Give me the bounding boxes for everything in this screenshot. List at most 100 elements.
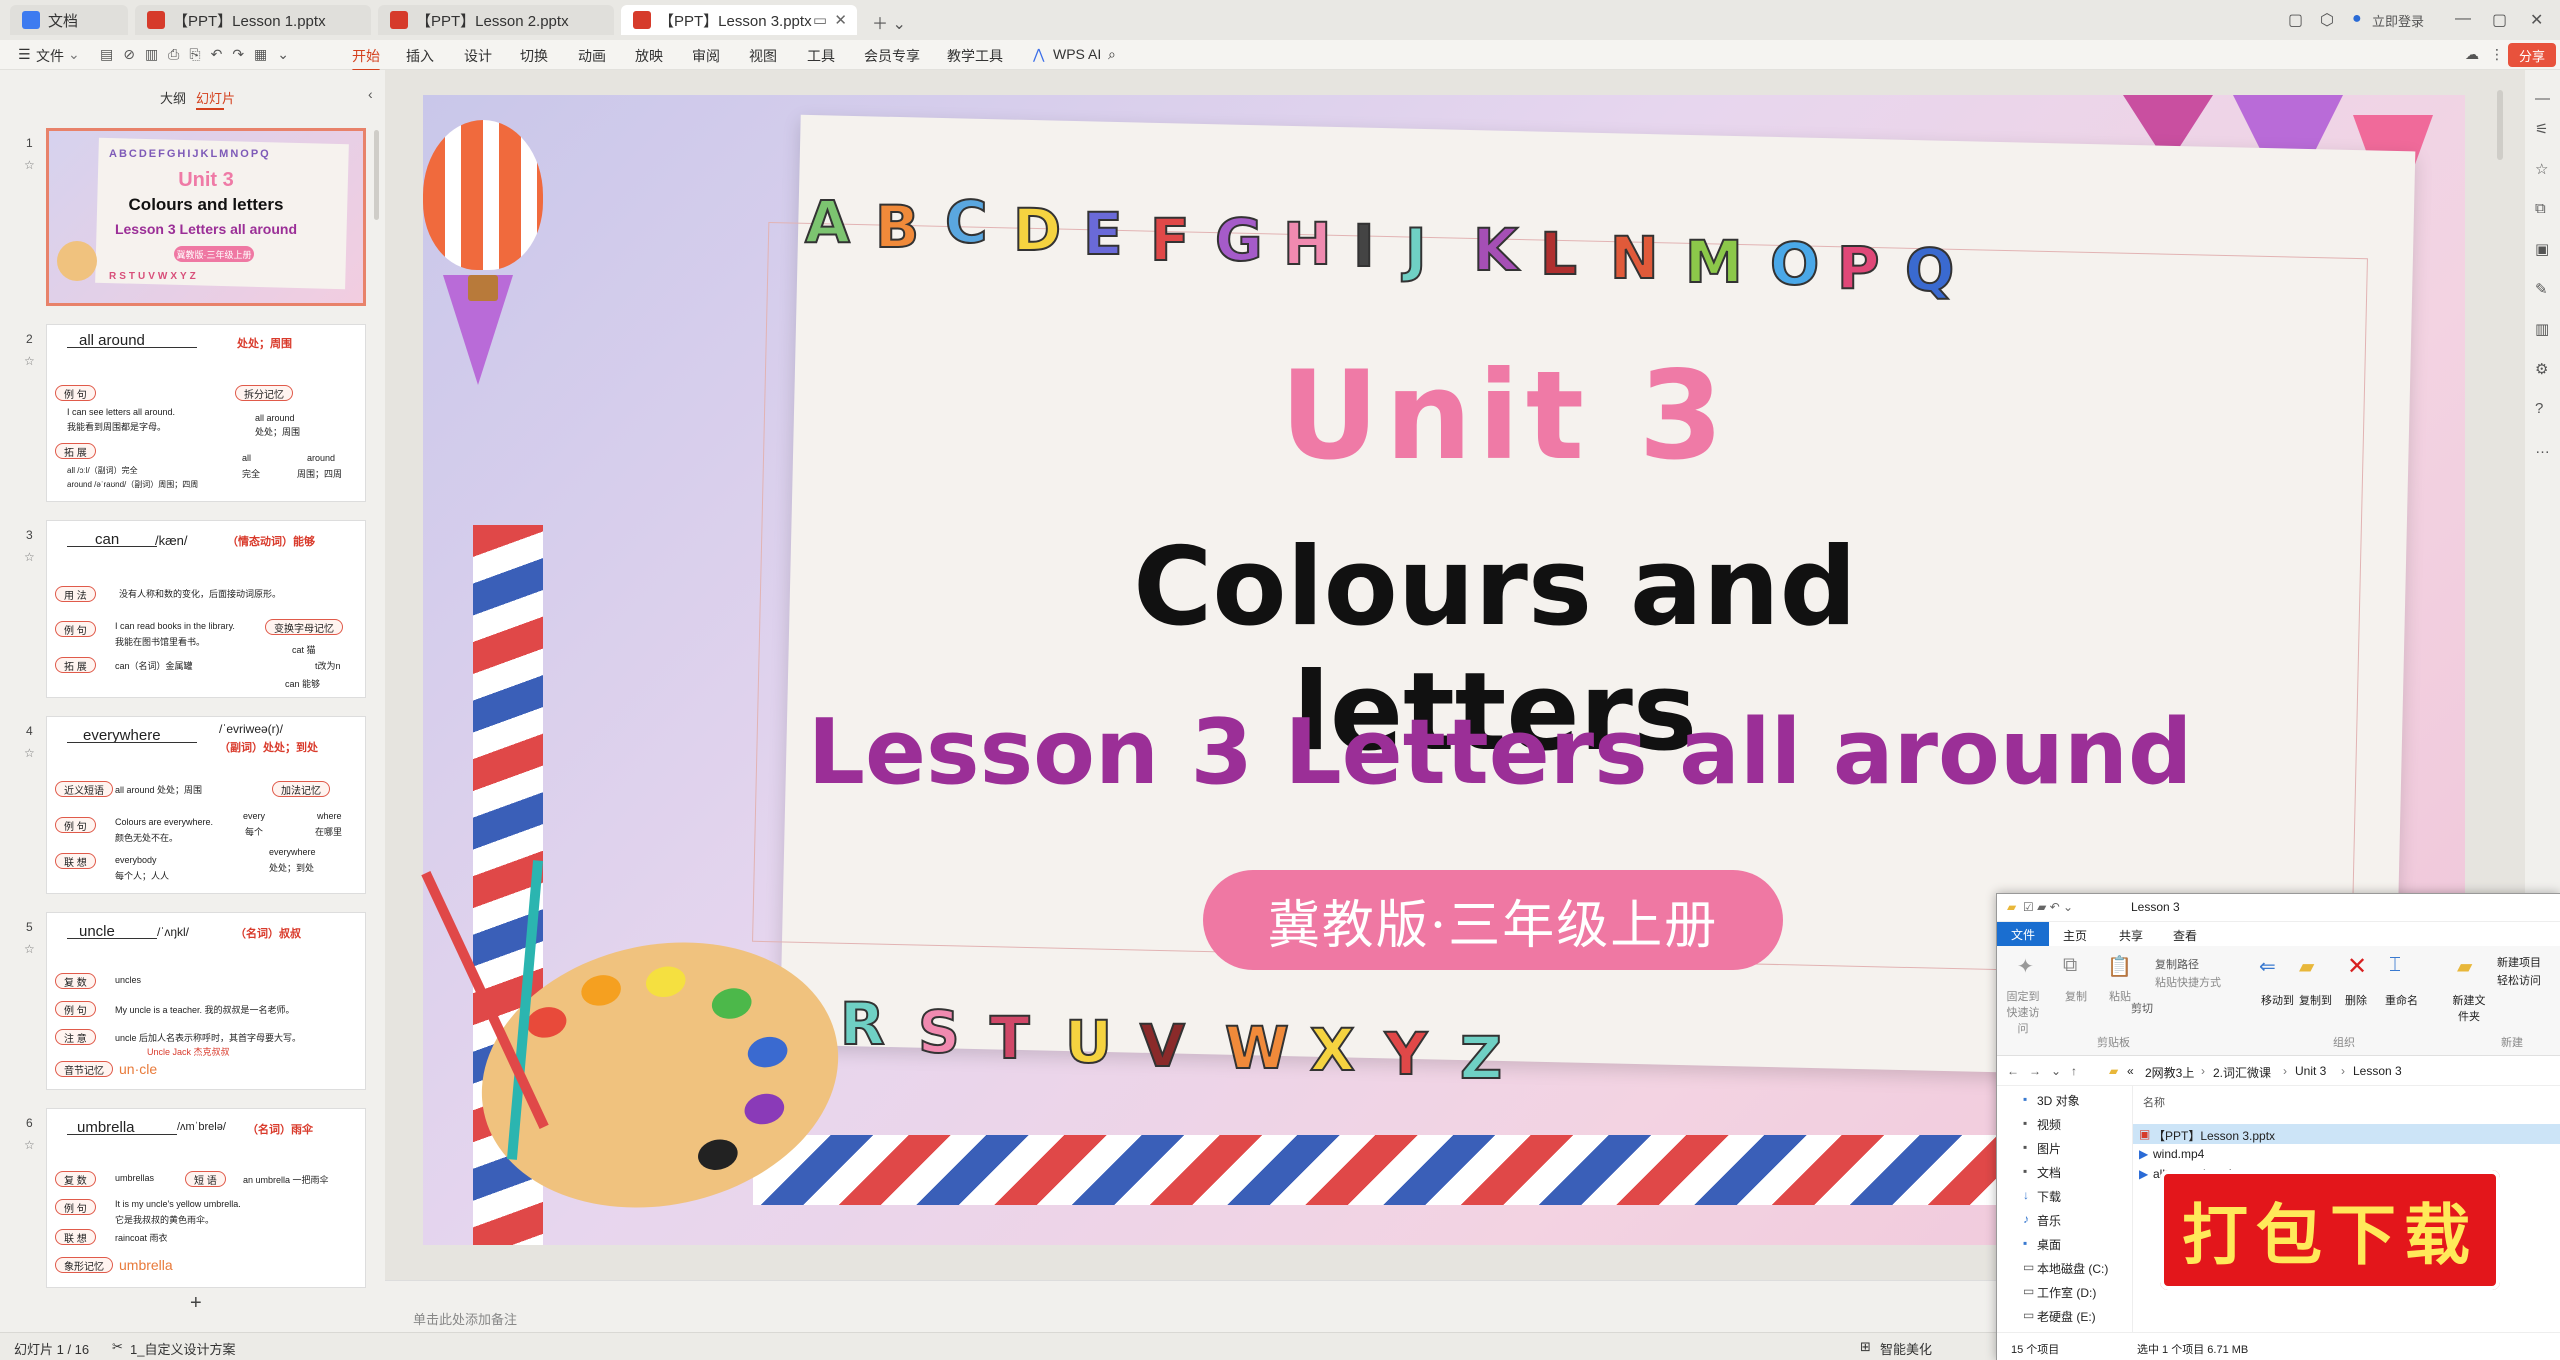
slide-thumb-3[interactable]: can /kæn/ （情态动词）能够 用 法 没有人称和数的变化，后面接动词原形… (46, 520, 366, 698)
new-folder-button[interactable]: 新建文件夹 (2449, 992, 2489, 1024)
collapse-icon[interactable]: ‹ (368, 86, 373, 102)
tab-docs[interactable]: 文档 (10, 5, 128, 35)
star-icon[interactable]: ☆ (24, 1138, 35, 1152)
tab-share[interactable]: 共享 (2119, 927, 2143, 944)
copy-icon[interactable]: ⧉ (2535, 200, 2546, 217)
copy-button[interactable]: 复制 (2065, 988, 2087, 1004)
slide-thumb-1[interactable]: ABCDEFGHIJKLMNOPQ Unit 3 Colours and let… (46, 128, 366, 306)
star-icon[interactable]: ☆ (24, 746, 35, 760)
easy-access-button[interactable]: 轻松访问 (2497, 972, 2541, 988)
delete-button[interactable]: 删除 (2345, 992, 2367, 1008)
nav-item[interactable]: 老硬盘 (E:) (2037, 1308, 2096, 1325)
nav-item[interactable]: 音乐 (2037, 1212, 2061, 1229)
slide-thumb-2[interactable]: all around 处处；周围 例 句 拆分记忆 I can see lett… (46, 324, 366, 502)
cloud-icon[interactable]: ☁ (2465, 46, 2479, 63)
brush-icon[interactable]: ✎ (2535, 280, 2548, 298)
delete-icon[interactable]: ✕ (2347, 952, 2367, 981)
slide-lesson[interactable]: Lesson 3 Letters all around (800, 700, 2200, 805)
settings-icon[interactable]: ⚙ (2535, 360, 2548, 378)
notes-placeholder[interactable]: 单击此处添加备注 (413, 1309, 517, 1328)
minimize-icon[interactable]: — (2455, 10, 2471, 28)
search-icon[interactable]: ⌕ (1108, 46, 1116, 63)
copy-to-button[interactable]: 复制到 (2299, 992, 2332, 1008)
image-icon[interactable]: ▣ (2535, 240, 2549, 258)
quick-access-icons[interactable]: ☑ ▰ ↶ ⌄ (2023, 900, 2073, 914)
star-icon[interactable]: ☆ (24, 942, 35, 956)
tab-slides[interactable]: 幻灯片 (196, 88, 235, 107)
tab-lesson1[interactable]: 【PPT】Lesson 1.pptx (135, 5, 371, 35)
star-icon[interactable]: ☆ (24, 354, 35, 368)
tab-member[interactable]: 会员专享 (864, 46, 920, 66)
path-segment[interactable]: Lesson 3 (2353, 1064, 2402, 1078)
nav-arrows[interactable]: ←→⌄↑ (2007, 1064, 2087, 1078)
tab-design[interactable]: 设计 (464, 46, 492, 66)
move-icon[interactable]: ⇐ (2259, 954, 2276, 979)
rename-icon[interactable]: ⌶ (2389, 954, 2401, 977)
path-overflow[interactable]: « (2127, 1064, 2134, 1078)
slide-thumb-6[interactable]: umbrella /ʌmˈbrelə/ （名词）雨伞 复 数 umbrellas… (46, 1108, 366, 1288)
new-item-button[interactable]: 新建项目 (2497, 954, 2541, 970)
star-icon[interactable]: ☆ (24, 550, 35, 564)
adjust-icon[interactable]: ⚟ (2535, 120, 2548, 138)
tab-review[interactable]: 审阅 (692, 46, 720, 66)
download-badge[interactable]: 打包下载 (2160, 1170, 2500, 1290)
slide-unit[interactable]: Unit 3 (1280, 345, 1729, 487)
menu-icon[interactable]: ☰ (18, 46, 31, 63)
nav-item[interactable]: 图片 (2037, 1140, 2061, 1157)
layout-icon[interactable]: ▥ (2535, 320, 2549, 338)
close-icon[interactable]: ✕ (834, 11, 847, 29)
file-menu[interactable]: 文件 (36, 46, 64, 66)
path-segment[interactable]: 2.词汇微课 (2213, 1064, 2271, 1081)
window-icon[interactable]: ▢ (2288, 10, 2303, 30)
close-window-icon[interactable]: ✕ (2530, 10, 2543, 30)
tab-view[interactable]: 视图 (749, 46, 777, 66)
tab-teaching-tools[interactable]: 教学工具 (947, 46, 1003, 66)
paste-shortcut-button[interactable]: 粘贴快捷方式 (2155, 974, 2221, 990)
beautify-button[interactable]: 智能美化 (1880, 1339, 1932, 1358)
star-icon[interactable]: ☆ (2535, 160, 2548, 178)
tab-slideshow[interactable]: 放映 (635, 46, 663, 66)
tab-home[interactable]: 开始 (352, 46, 380, 72)
copy-icon[interactable]: ⧉ (2063, 954, 2077, 977)
nav-item[interactable]: 3D 对象 (2037, 1092, 2080, 1109)
more-icon[interactable]: … (2535, 440, 2550, 457)
column-name[interactable]: 名称 (2143, 1094, 2165, 1110)
tab-tools[interactable]: 工具 (807, 46, 835, 66)
file-row-selected[interactable]: ▣ 【PPT】Lesson 3.pptx (2133, 1124, 2560, 1144)
tab-transition[interactable]: 切换 (520, 46, 548, 66)
scrollbar[interactable] (374, 130, 379, 220)
path-segment[interactable]: Unit 3 (2295, 1064, 2326, 1078)
tab-animation[interactable]: 动画 (578, 46, 606, 66)
theme-name[interactable]: 1_自定义设计方案 (130, 1339, 235, 1358)
paste-button[interactable]: 粘贴 (2109, 988, 2131, 1004)
pin-button[interactable]: 固定到快速访问 (2003, 988, 2043, 1036)
tab-outline[interactable]: 大纲 (160, 88, 186, 107)
pin-icon[interactable]: ✦ (2017, 954, 2034, 979)
copy-path-button[interactable]: 复制路径 (2155, 956, 2199, 972)
collapse-icon[interactable]: — (2535, 90, 2550, 107)
path-segment[interactable]: 2网教3上 (2145, 1064, 2194, 1081)
copy-to-icon[interactable]: ▰ (2299, 954, 2314, 979)
move-to-button[interactable]: 移动到 (2261, 992, 2294, 1008)
rename-button[interactable]: 重命名 (2385, 992, 2418, 1008)
tab-insert[interactable]: 插入 (406, 46, 434, 66)
nav-item[interactable]: 视频 (2037, 1116, 2061, 1133)
new-folder-icon[interactable]: ▰ (2457, 954, 2472, 979)
slide-badge[interactable]: 冀教版·三年级上册 (1203, 870, 1783, 970)
tab-file[interactable]: 文件 (1997, 922, 2049, 946)
cube-icon[interactable]: ⬡ (2320, 10, 2334, 30)
slide-scrollbar[interactable] (2497, 90, 2503, 160)
dropdown-icon[interactable]: ⌄ (68, 46, 80, 63)
slide-thumb-5[interactable]: uncle /ˈʌŋkl/ （名词）叔叔 复 数 uncles 例 句 My u… (46, 912, 366, 1090)
maximize-icon[interactable]: ▢ (2492, 10, 2507, 30)
tab-view[interactable]: 查看 (2173, 927, 2197, 944)
nav-item[interactable]: 下载 (2037, 1188, 2061, 1205)
star-icon[interactable]: ☆ (24, 158, 35, 172)
slide-thumb-4[interactable]: everywhere /ˈevriweə(r)/ （副词）处处；到处 近义短语 … (46, 716, 366, 894)
quick-access-icons[interactable]: ▤⊘▥⎙⎘↶↷▦⌄ (100, 46, 299, 63)
tab-lesson2[interactable]: 【PPT】Lesson 2.pptx (378, 5, 614, 35)
more-icon[interactable]: ⋮ (2490, 46, 2504, 63)
share-button[interactable]: 分享 (2508, 43, 2556, 67)
login-link[interactable]: 立即登录 (2372, 11, 2424, 30)
new-tab-icon[interactable]: ＋ ⌄ (872, 10, 906, 34)
